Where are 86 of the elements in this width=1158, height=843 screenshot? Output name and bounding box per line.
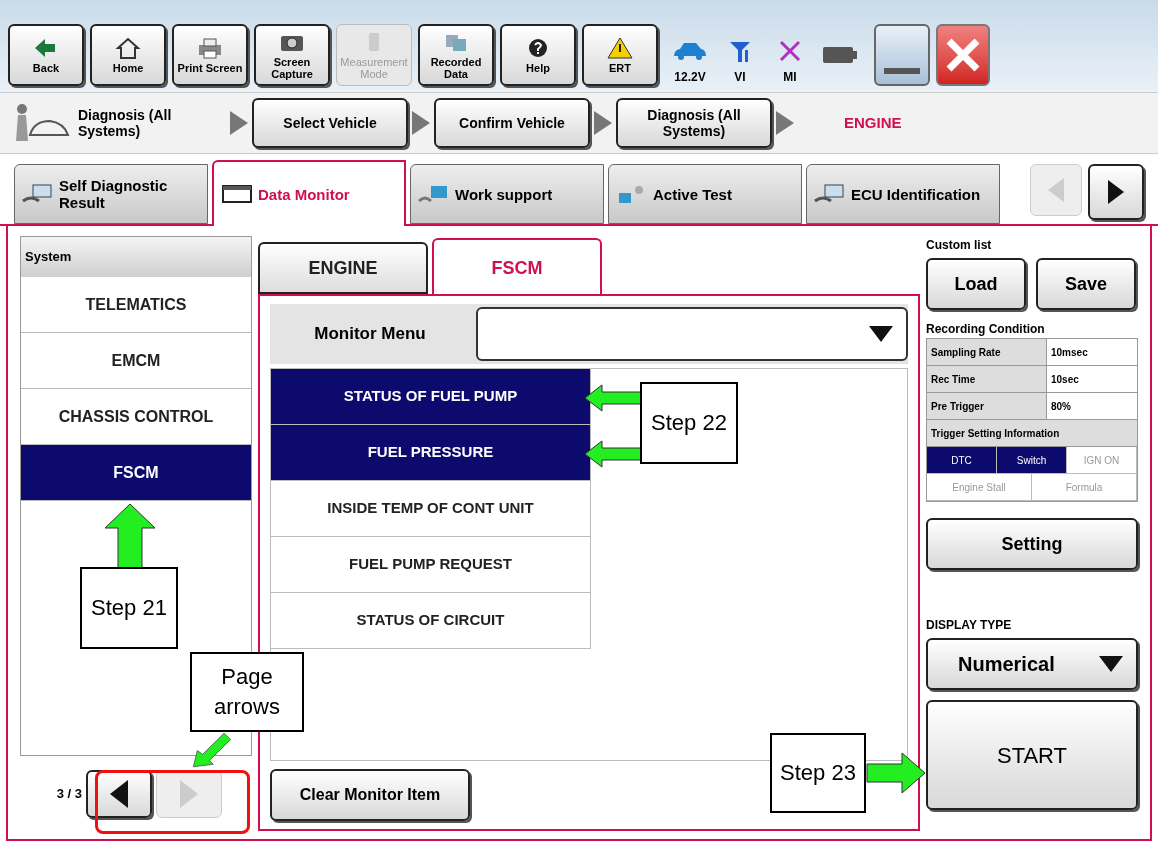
breadcrumb-step[interactable]: Confirm Vehicle	[434, 98, 590, 148]
toolbar-button[interactable]: Back	[8, 24, 84, 86]
callout-label: Step 21	[80, 567, 178, 649]
trigger-heading: Trigger Setting Information	[927, 420, 1137, 447]
close-button[interactable]	[936, 24, 990, 86]
pointer-arrow	[584, 439, 642, 469]
toolbar-button[interactable]: Recorded Data	[418, 24, 494, 86]
minimize-icon	[884, 68, 920, 74]
trigger-option: Engine Stall	[927, 474, 1032, 501]
tab[interactable]: Work support	[410, 164, 604, 224]
toolbar-button[interactable]: Screen Capture	[254, 24, 330, 86]
breadcrumb-current: ENGINE	[844, 112, 902, 133]
pointer-arrow	[104, 503, 156, 569]
breadcrumb-title: Diagnosis (All Systems)	[78, 107, 173, 139]
condition-label: Pre Trigger	[927, 393, 1047, 419]
section-heading: DISPLAY TYPE	[926, 617, 1013, 634]
system-item[interactable]: FSCM	[21, 445, 251, 501]
cross-icon	[778, 40, 802, 62]
status-label: MI	[783, 69, 797, 86]
chevron-icon	[410, 110, 432, 136]
chevron-icon	[228, 110, 250, 136]
breadcrumb-step[interactable]: Select Vehicle	[252, 98, 408, 148]
trigger-option: Formula	[1032, 474, 1137, 501]
computer-icon	[21, 183, 55, 205]
next-tab-button[interactable]	[1088, 164, 1144, 220]
tab[interactable]: Active Test	[608, 164, 802, 224]
battery-icon	[822, 44, 858, 66]
monitor-item[interactable]: FUEL PUMP REQUEST	[271, 537, 591, 593]
section-heading: Custom list	[926, 237, 993, 254]
sub-tab[interactable]: ENGINE	[258, 242, 428, 294]
page-indicator: 3 / 3	[55, 785, 82, 804]
clear-monitor-item-button[interactable]: Clear Monitor Item	[270, 769, 470, 821]
trigger-option: DTC	[927, 447, 997, 474]
section-heading: Recording Condition	[926, 321, 1046, 338]
warning-icon	[607, 36, 633, 59]
previous-page-button[interactable]	[86, 770, 152, 818]
display-type-dropdown[interactable]: Numerical	[926, 638, 1138, 690]
pointer-arrow	[192, 732, 232, 768]
toolbar-button[interactable]: ERT	[582, 24, 658, 86]
breadcrumb-step[interactable]: Diagnosis (All Systems)	[616, 98, 772, 148]
tab[interactable]: Self Diagnostic Result	[14, 164, 208, 224]
trigger-option: Switch	[997, 447, 1067, 474]
status-label: 12.2V	[674, 69, 706, 86]
monitor-menu-dropdown[interactable]	[476, 307, 908, 361]
monitor-item[interactable]: STATUS OF CIRCUIT	[271, 593, 591, 649]
right-triangle-icon	[1106, 179, 1126, 205]
chevron-icon	[774, 110, 796, 136]
sub-tab[interactable]: FSCM	[432, 238, 602, 296]
condition-label: Sampling Rate	[927, 339, 1047, 365]
custom-list-button[interactable]: Save	[1036, 258, 1136, 310]
monitor-menu-label: Monitor Menu	[313, 323, 427, 346]
next-page-button[interactable]	[156, 770, 222, 818]
signal-icon	[728, 40, 752, 62]
callout-label: Page arrows	[190, 652, 304, 732]
car-icon	[672, 40, 708, 62]
left-triangle-icon	[1046, 177, 1066, 203]
callout-label: Step 22	[640, 382, 738, 464]
tab[interactable]: ECU Identification	[806, 164, 1000, 224]
monitor-item[interactable]: STATUS OF FUEL PUMP	[271, 369, 591, 425]
right-triangle-icon	[178, 779, 200, 809]
condition-label: Rec Time	[927, 366, 1047, 392]
close-icon	[945, 37, 981, 73]
chevron-icon	[592, 110, 614, 136]
pointer-arrow	[584, 383, 642, 413]
system-heading: System	[21, 237, 251, 277]
pointer-arrow	[866, 752, 926, 794]
computer-icon	[813, 183, 847, 205]
status-label: VI	[734, 69, 746, 86]
minimize-button[interactable]	[874, 24, 930, 86]
tab[interactable]: Data Monitor	[212, 160, 406, 226]
dropdown-triangle-icon	[1098, 655, 1124, 673]
callout-label: Step 23	[770, 733, 866, 813]
trigger-option: IGN ON	[1067, 447, 1137, 474]
toolbar-button[interactable]: Print Screen	[172, 24, 248, 86]
monitor-item[interactable]: FUEL PRESSURE	[271, 425, 591, 481]
left-triangle-icon	[108, 779, 130, 809]
printer-icon	[197, 36, 223, 59]
house-icon	[115, 36, 141, 59]
dropdown-triangle-icon	[868, 325, 894, 343]
start-button[interactable]: START	[926, 700, 1138, 810]
custom-list-button[interactable]: Load	[926, 258, 1026, 310]
window-icon	[220, 183, 254, 205]
toolbar-button[interactable]: Help	[500, 24, 576, 86]
setting-button[interactable]: Setting	[926, 518, 1138, 570]
monitor-item[interactable]: INSIDE TEMP OF CONT UNIT	[271, 481, 591, 537]
toolbar-button[interactable]: Home	[90, 24, 166, 86]
